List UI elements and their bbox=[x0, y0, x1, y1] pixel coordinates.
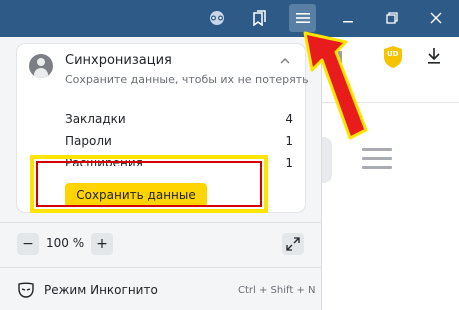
incognito-shortcut: Ctrl + Shift + N bbox=[238, 285, 316, 296]
profile-mask-icon[interactable] bbox=[206, 4, 228, 32]
sync-row-label: Пароли bbox=[65, 134, 112, 148]
highlight-box bbox=[30, 155, 268, 213]
extension-badge-label: UD bbox=[387, 50, 399, 58]
sync-row-label: Закладки bbox=[65, 112, 126, 126]
divider bbox=[0, 222, 322, 223]
zoom-out-button[interactable]: − bbox=[17, 233, 39, 255]
sync-title: Синхронизация bbox=[65, 53, 172, 68]
incognito-mode-item[interactable]: Режим Инкогнито bbox=[44, 283, 158, 297]
avatar-icon bbox=[29, 54, 53, 78]
sync-row-count: 1 bbox=[285, 156, 293, 170]
extension-shield-icon[interactable]: UD bbox=[382, 45, 404, 69]
title-bar bbox=[0, 0, 459, 37]
collections-icon[interactable] bbox=[248, 4, 270, 32]
zoom-level: 100 % bbox=[46, 236, 85, 250]
close-button[interactable] bbox=[422, 4, 450, 32]
chevron-up-icon[interactable] bbox=[280, 53, 290, 67]
incognito-mask-icon bbox=[17, 281, 35, 299]
restore-button[interactable] bbox=[378, 4, 406, 32]
divider bbox=[0, 267, 322, 268]
sync-row-count: 1 bbox=[285, 134, 293, 148]
main-menu-button[interactable] bbox=[289, 4, 316, 32]
sync-row-bookmarks: Закладки 4 bbox=[65, 112, 293, 126]
sync-row-count: 4 bbox=[285, 112, 293, 126]
fullscreen-icon[interactable] bbox=[282, 233, 304, 255]
pointer-arrow-icon bbox=[303, 31, 368, 140]
page-menu-icon[interactable] bbox=[362, 148, 392, 170]
sync-row-passwords: Пароли 1 bbox=[65, 134, 293, 148]
zoom-in-button[interactable]: + bbox=[91, 233, 113, 255]
minimize-button[interactable] bbox=[334, 4, 362, 32]
download-icon[interactable] bbox=[426, 47, 442, 65]
sync-subtitle: Сохраните данные, чтобы их не потерять bbox=[65, 73, 309, 86]
